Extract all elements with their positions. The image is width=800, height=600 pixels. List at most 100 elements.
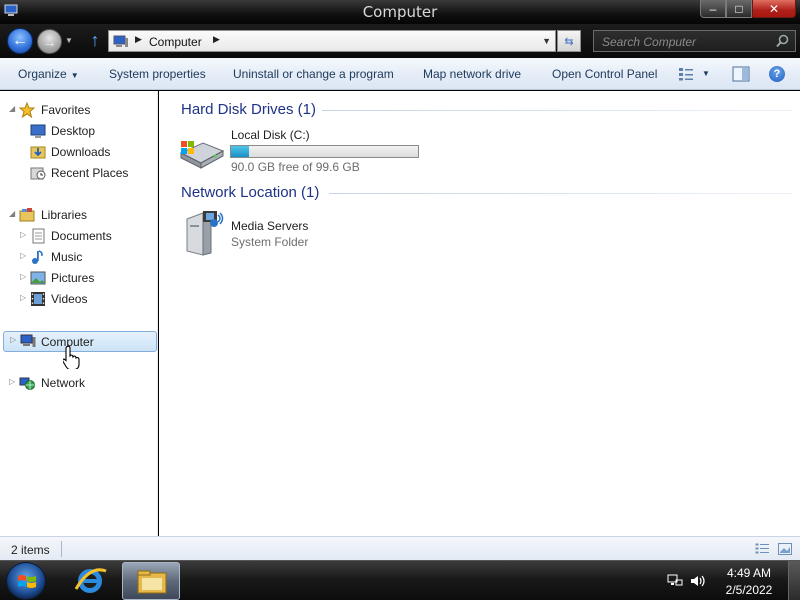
preview-pane-icon[interactable] [732,66,750,82]
collapsed-arrow-icon[interactable]: ▷ [20,293,26,302]
media-server-icon [186,211,224,256]
organize-label: Organize [18,67,67,81]
collapsed-arrow-icon[interactable]: ▷ [20,251,26,260]
status-bar: 2 items [0,536,800,560]
drive-free-space: 90.0 GB free of 99.6 GB [231,160,360,174]
network-item-type: System Folder [231,235,309,249]
chevron-down-icon: ▼ [70,71,79,80]
status-divider [61,541,62,557]
navigation-pane: ◢ Favorites Desktop Downloads Recent Pla… [0,91,158,536]
breadcrumb-chevron-icon[interactable]: ▶ [213,34,220,45]
network-tray-icon[interactable] [667,573,683,589]
taskbar: 4:49 AM 2/5/2022 [0,560,800,600]
nav-downloads[interactable]: Downloads [0,142,158,162]
nav-music-label: Music [51,250,83,264]
start-button[interactable] [6,562,46,600]
star-icon [19,102,35,118]
refresh-button[interactable]: ⇆ [557,30,581,52]
nav-videos[interactable]: ▷ Videos [0,289,158,309]
music-note-icon [32,250,43,264]
change-view-icon[interactable] [678,67,694,81]
content-pane: Hard Disk Drives (1) Local Disk (C:) 90.… [159,91,800,536]
nav-network-label: Network [41,376,86,390]
computer-icon [20,334,36,347]
capacity-bar-fill [231,146,249,157]
group-divider [322,110,792,111]
nav-favorites[interactable]: ◢ Favorites [0,100,158,120]
minimize-button[interactable]: – [700,0,726,18]
search-icon[interactable] [776,34,789,48]
breadcrumb-computer[interactable]: Computer [149,35,202,49]
drive-name: Local Disk (C:) [231,128,310,142]
uninstall-program-button[interactable]: Uninstall or change a program [233,67,394,81]
nav-downloads-label: Downloads [51,145,111,159]
collapsed-arrow-icon[interactable]: ▷ [20,272,26,281]
expanded-arrow-icon[interactable]: ◢ [9,209,15,218]
nav-music[interactable]: ▷ Music [0,247,158,267]
search-input[interactable]: Search Computer [593,30,796,52]
address-bar[interactable]: ▶ Computer ▶ ▼ [108,30,556,52]
search-placeholder: Search Computer [602,35,697,49]
nav-favorites-label: Favorites [41,103,91,117]
documents-icon [32,228,45,244]
nav-network[interactable]: ▷ Network [0,373,158,393]
clock-time[interactable]: 4:49 AM [719,566,779,580]
forward-button[interactable]: → [37,29,62,54]
nav-pictures-label: Pictures [51,271,95,285]
network-globe-icon [19,377,35,390]
internet-explorer-icon[interactable] [68,563,112,599]
pictures-icon [30,271,46,285]
back-button[interactable]: ← [7,28,33,54]
breadcrumb-chevron-icon[interactable]: ▶ [135,34,142,45]
libraries-icon [19,208,35,222]
title-bar[interactable]: Computer – □ ✕ [0,0,800,24]
hand-cursor-icon [63,345,80,369]
network-item-name: Media Servers [231,219,309,233]
windows-logo-icon [18,575,36,588]
capacity-bar [230,145,419,158]
volume-icon[interactable] [690,573,706,589]
group-divider [329,193,792,194]
item-count: 2 items [11,543,50,557]
hard-drive-icon [179,141,225,169]
large-icons-view-icon[interactable] [778,543,792,555]
computer-icon [113,35,128,47]
up-button[interactable]: ↑ [86,30,104,50]
recent-places-icon [30,167,46,180]
help-icon[interactable]: ? [769,66,785,82]
clock-date[interactable]: 2/5/2022 [719,583,779,597]
group-header-hard-disk-drives[interactable]: Hard Disk Drives (1) [181,101,316,118]
system-properties-button[interactable]: System properties [109,67,206,81]
folder-icon [137,570,167,594]
collapsed-arrow-icon[interactable]: ▷ [20,230,26,239]
nav-videos-label: Videos [51,292,88,306]
windows-explorer-taskbar-button[interactable] [122,562,180,600]
nav-pictures[interactable]: ▷ Pictures [0,268,158,288]
nav-recent-places[interactable]: Recent Places [0,163,158,183]
map-network-drive-button[interactable]: Map network drive [423,67,521,81]
nav-libraries[interactable]: ◢ Libraries [0,205,158,225]
address-toolbar: ← → ▼ ↑ ▶ Computer ▶ ▼ ⇆ Search Computer [0,24,800,58]
nav-documents[interactable]: ▷ Documents [0,226,158,246]
window-title: Computer [362,3,438,21]
nav-libraries-label: Libraries [41,208,88,222]
nav-documents-label: Documents [51,229,112,243]
address-dropdown-icon[interactable]: ▼ [542,36,551,46]
show-desktop-button[interactable] [788,561,800,600]
downloads-folder-icon [30,146,46,159]
collapsed-arrow-icon[interactable]: ▷ [10,335,16,344]
view-options-chevron-icon[interactable]: ▼ [702,69,710,78]
maximize-button[interactable]: □ [726,0,752,18]
details-view-icon[interactable] [755,543,769,555]
close-button[interactable]: ✕ [752,0,796,18]
group-header-network-location[interactable]: Network Location (1) [181,184,319,201]
nav-recent-places-label: Recent Places [51,166,129,180]
expanded-arrow-icon[interactable]: ◢ [9,104,15,113]
nav-desktop[interactable]: Desktop [0,121,158,141]
caption-buttons: – □ ✕ [700,0,796,18]
organize-button[interactable]: Organize ▼ [18,67,79,81]
open-control-panel-button[interactable]: Open Control Panel [552,67,657,81]
collapsed-arrow-icon[interactable]: ▷ [9,377,15,386]
film-strip-icon [31,292,45,306]
recent-pages-dropdown-icon[interactable]: ▼ [65,36,73,45]
